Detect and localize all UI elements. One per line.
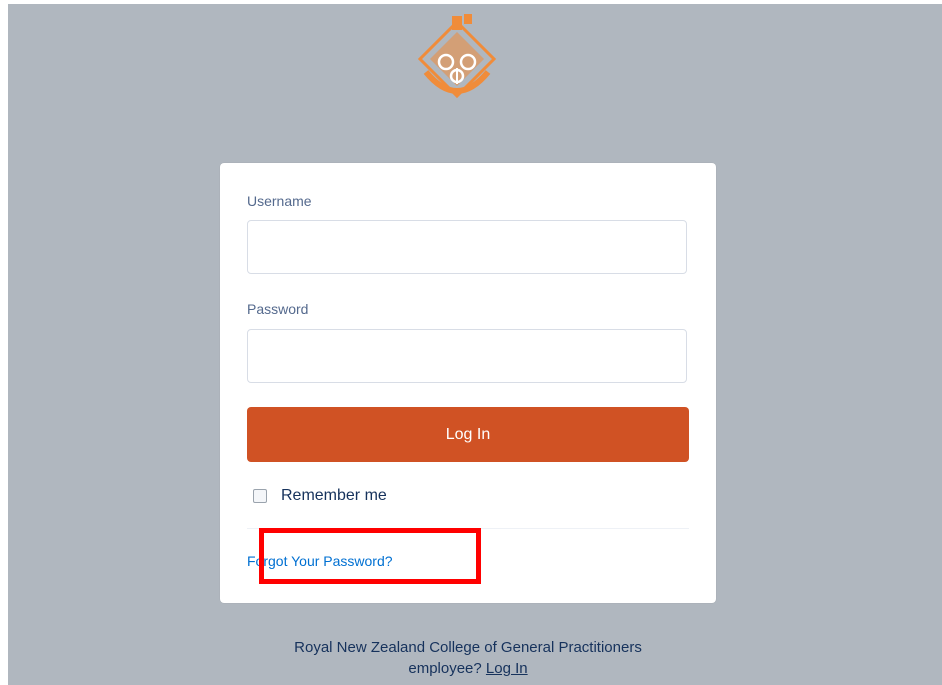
divider [247,528,689,529]
password-field[interactable] [247,329,687,383]
remember-me-checkbox[interactable] [253,489,267,503]
username-label: Username [247,193,312,209]
footer-employee-line: employee? Log In [220,658,716,679]
employee-login-link[interactable]: Log In [486,660,528,677]
college-crest-logo [412,14,502,104]
username-field[interactable] [247,220,687,274]
employee-login-footer: Royal New Zealand College of General Pra… [220,637,716,679]
remember-me-row: Remember me [253,487,387,505]
login-page: Username Password Log In Remember me For… [8,4,942,685]
forgot-password-link[interactable]: Forgot Your Password? [247,553,393,569]
remember-me-label[interactable]: Remember me [281,487,387,505]
footer-org-name: Royal New Zealand College of General Pra… [294,639,642,656]
login-card: Username Password Log In Remember me For… [220,163,716,603]
login-button[interactable]: Log In [247,407,689,462]
footer-employee-prefix: employee? [408,660,482,677]
password-label: Password [247,301,309,317]
